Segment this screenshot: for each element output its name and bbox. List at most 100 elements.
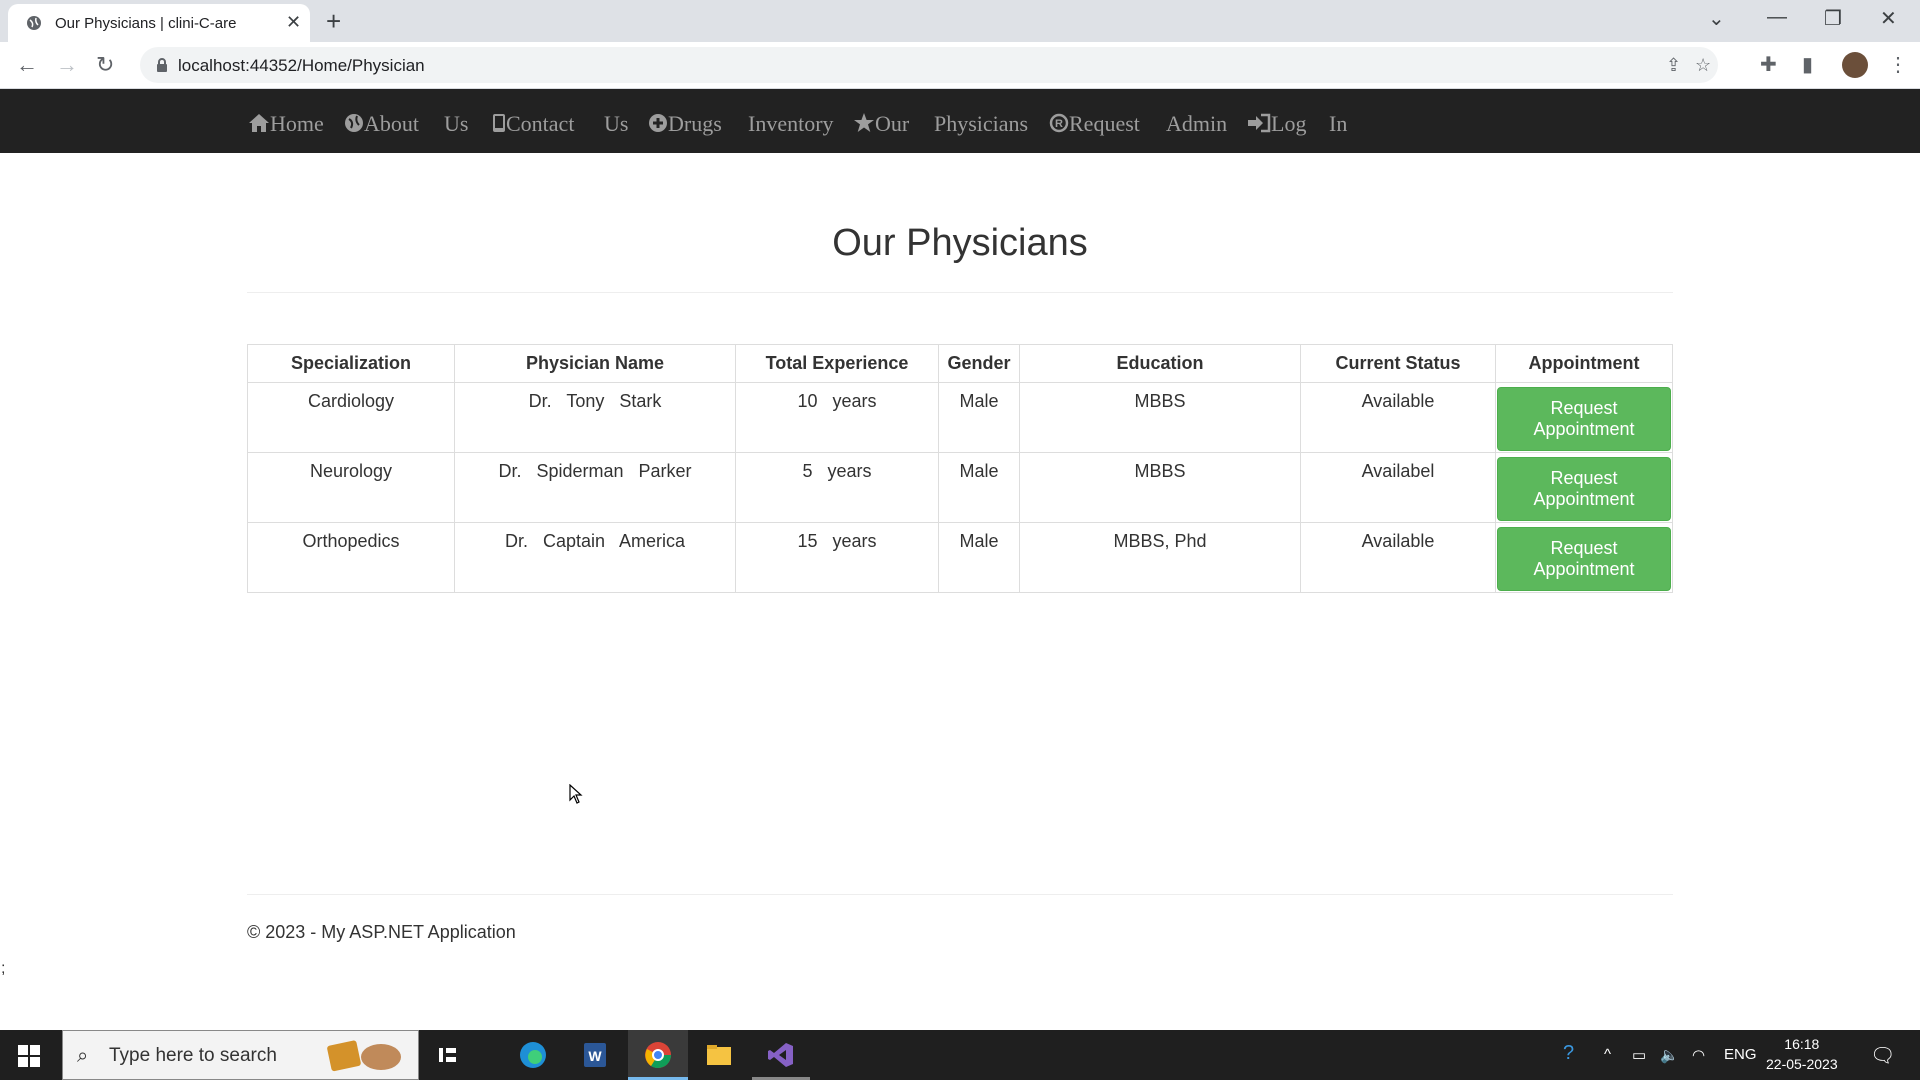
cell-physician-name: Dr. Captain America: [454, 522, 736, 593]
help-icon[interactable]: ?: [1563, 1042, 1574, 1065]
restore-icon[interactable]: ❐: [1824, 6, 1842, 31]
home-icon: [249, 114, 269, 132]
cell-experience: 10 years: [735, 382, 939, 453]
cell-appointment: Request Appointment: [1495, 452, 1673, 523]
request-appointment-button[interactable]: Request Appointment: [1497, 387, 1671, 451]
nav-about-us[interactable]: Us: [444, 111, 468, 137]
table-row: Cardiology Dr. Tony Stark 10 years Male …: [247, 382, 1673, 453]
lock-icon: [157, 58, 167, 72]
nav-drugs[interactable]: Drugs: [648, 111, 722, 137]
nav-log[interactable]: Log: [1247, 111, 1306, 137]
tab-search-icon[interactable]: ⌄: [1708, 6, 1725, 31]
nav-home[interactable]: Home: [248, 111, 324, 137]
cell-status: Available: [1300, 522, 1496, 593]
word-icon[interactable]: W: [580, 1040, 610, 1070]
stray-text: ;: [1, 960, 6, 977]
search-highlight-icon: [327, 1040, 401, 1072]
header-education: Education: [1019, 344, 1301, 383]
reload-icon[interactable]: ↻: [96, 52, 114, 78]
cell-experience: 5 years: [735, 452, 939, 523]
forward-icon[interactable]: →: [56, 52, 78, 78]
nav-drugs-inventory[interactable]: Inventory: [748, 111, 834, 137]
cell-physician-name: Dr. Tony Stark: [454, 382, 736, 453]
extensions-icon[interactable]: ✚: [1760, 52, 1777, 77]
cell-specialization: Neurology: [247, 452, 455, 523]
share-icon[interactable]: ⇪: [1666, 55, 1681, 76]
minimize-icon[interactable]: —: [1767, 6, 1787, 29]
taskbar-search[interactable]: ⌕ Type here to search: [62, 1030, 419, 1080]
cell-specialization: Cardiology: [247, 382, 455, 453]
page-title: Our Physicians: [832, 222, 1088, 264]
new-tab-button[interactable]: +: [326, 6, 341, 37]
cell-specialization: Orthopedics: [247, 522, 455, 593]
cell-gender: Male: [938, 522, 1020, 593]
cell-education: MBBS: [1019, 452, 1301, 523]
table-row: Neurology Dr. Spiderman Parker 5 years M…: [247, 452, 1673, 523]
login-icon: [1248, 113, 1271, 133]
table-header-row: Specialization Physician Name Total Expe…: [247, 344, 1673, 383]
back-icon[interactable]: ←: [16, 52, 38, 78]
language-indicator[interactable]: ENG: [1724, 1046, 1757, 1063]
bookmark-star-icon[interactable]: ☆: [1695, 55, 1711, 76]
battery-icon[interactable]: ▭: [1632, 1046, 1646, 1064]
chevron-up-icon[interactable]: ^: [1604, 1046, 1611, 1063]
menu-kebab-icon[interactable]: ⋮: [1888, 52, 1908, 77]
request-appointment-button[interactable]: Request Appointment: [1497, 527, 1671, 591]
cell-status: Availabel: [1300, 452, 1496, 523]
browser-tabstrip: Our Physicians | clini-C-are ✕ + ⌄ — ❐ ✕: [0, 0, 1920, 42]
profile-avatar[interactable]: [1842, 52, 1868, 78]
file-explorer-icon[interactable]: [704, 1040, 734, 1070]
clock-date: 22-05-2023: [1766, 1056, 1838, 1072]
nav-contact-us[interactable]: Us: [604, 111, 628, 137]
clock[interactable]: 16:18 22-05-2023: [1766, 1034, 1838, 1074]
windows-start-icon[interactable]: [18, 1045, 40, 1067]
experience-value: 15 years: [797, 531, 877, 551]
header-specialization: Specialization: [247, 344, 455, 383]
close-tab-icon[interactable]: ✕: [286, 12, 301, 33]
nav-request-admin[interactable]: Admin: [1166, 111, 1227, 137]
visual-studio-icon[interactable]: [766, 1040, 796, 1070]
star-icon: [854, 113, 874, 132]
window-close-icon[interactable]: ✕: [1880, 6, 1897, 31]
footer-copyright: © 2023 - My ASP.NET Application: [247, 922, 516, 942]
svg-text:W: W: [588, 1048, 602, 1064]
divider: [247, 292, 1673, 293]
nav-our-physicians[interactable]: Physicians: [934, 111, 1028, 137]
tab-title: Our Physicians | clini-C-are: [55, 15, 237, 32]
task-view-icon[interactable]: [434, 1040, 464, 1070]
browser-tab[interactable]: Our Physicians | clini-C-are ✕: [8, 4, 310, 42]
header-current-status: Current Status: [1300, 344, 1496, 383]
nav-about[interactable]: About: [344, 111, 419, 137]
search-placeholder: Type here to search: [109, 1045, 277, 1066]
nav-log-in[interactable]: In: [1329, 111, 1347, 137]
cell-gender: Male: [938, 382, 1020, 453]
physician-name: Dr. Captain America: [504, 531, 686, 551]
nav-request[interactable]: R Request: [1049, 111, 1140, 137]
edge-icon[interactable]: [518, 1040, 548, 1070]
site-navbar: Home About Us Contact Us Drugs Inventory…: [0, 89, 1920, 153]
url-text: localhost:44352/Home/Physician: [178, 56, 425, 75]
physicians-table: Specialization Physician Name Total Expe…: [247, 344, 1673, 593]
address-bar[interactable]: localhost:44352/Home/Physician ⇪ ☆: [140, 47, 1718, 83]
nav-contact[interactable]: Contact: [492, 111, 574, 137]
chrome-icon[interactable]: [643, 1040, 673, 1070]
cell-education: MBBS, Phd: [1019, 522, 1301, 593]
os-taskbar: ⌕ Type here to search W ? ^ ▭ 🔈 ◠ ENG 16…: [0, 1030, 1920, 1080]
nav-our[interactable]: Our: [853, 111, 909, 137]
table-row: Orthopedics Dr. Captain America 15 years…: [247, 522, 1673, 593]
notifications-icon[interactable]: 🗨: [1870, 1043, 1895, 1068]
volume-icon[interactable]: 🔈: [1660, 1046, 1679, 1064]
registered-icon: R: [1049, 113, 1069, 133]
plus-circle-icon: [649, 114, 667, 132]
side-panel-icon[interactable]: ▮: [1802, 52, 1813, 77]
search-icon: ⌕: [77, 1045, 89, 1067]
phone-icon: [493, 114, 505, 132]
cell-education: MBBS: [1019, 382, 1301, 453]
footer-divider: [247, 894, 1673, 895]
wifi-icon[interactable]: ◠: [1692, 1046, 1705, 1064]
globe-icon: [27, 16, 41, 30]
request-appointment-button[interactable]: Request Appointment: [1497, 457, 1671, 521]
header-appointment: Appointment: [1495, 344, 1673, 383]
header-gender: Gender: [938, 344, 1020, 383]
header-total-experience: Total Experience: [735, 344, 939, 383]
